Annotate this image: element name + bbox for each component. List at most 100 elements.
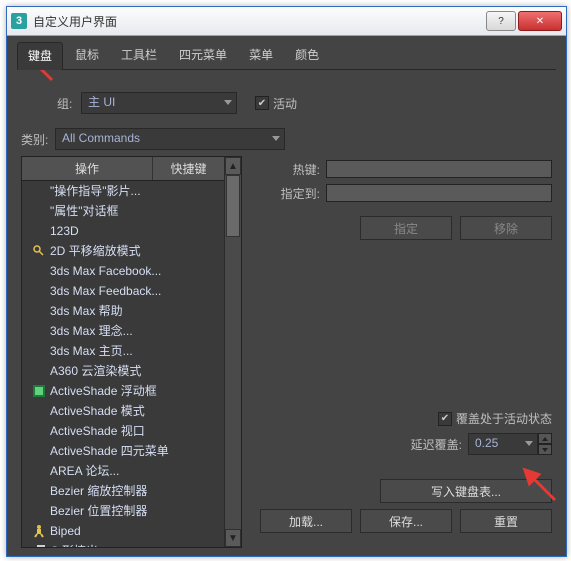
- list-item[interactable]: 2D 平移缩放模式: [22, 241, 224, 261]
- list-item-label: 3ds Max 主页...: [50, 342, 133, 360]
- list-item-label: 3ds Max Facebook...: [50, 262, 161, 280]
- list-item-label: 2D 平移缩放模式: [50, 242, 141, 260]
- close-button[interactable]: ✕: [518, 11, 562, 31]
- list-item[interactable]: Bezier 缩放控制器: [22, 481, 224, 501]
- write-keyboard-table-button[interactable]: 写入键盘表...: [380, 479, 552, 503]
- list-item[interactable]: ActiveShade 四元菜单: [22, 441, 224, 461]
- group-dropdown[interactable]: 主 UI: [81, 92, 237, 114]
- list-header: 操作 快捷键: [22, 157, 224, 181]
- group-label: 组:: [57, 95, 81, 112]
- tab-colors[interactable]: 颜色: [285, 42, 329, 70]
- blank-icon: [32, 184, 46, 198]
- list-item[interactable]: A360 云渲染模式: [22, 361, 224, 381]
- delay-label: 延迟覆盖:: [411, 436, 462, 453]
- tab-menus[interactable]: 菜单: [239, 42, 283, 70]
- list-item[interactable]: ActiveShade 浮动框: [22, 381, 224, 401]
- blank-icon: [32, 344, 46, 358]
- actions-list: 操作 快捷键 "操作指导"影片... "属性"对话框 123D 2D 平移缩放模式 3d…: [21, 156, 242, 548]
- scroll-thumb[interactable]: [226, 175, 240, 237]
- load-button[interactable]: 加载...: [260, 509, 352, 533]
- blank-icon: [32, 204, 46, 218]
- list-item[interactable]: 3ds Max 理念...: [22, 321, 224, 341]
- help-button[interactable]: ?: [486, 11, 516, 31]
- blank-icon: [32, 324, 46, 338]
- save-button[interactable]: 保存...: [360, 509, 452, 533]
- scroll-up-icon[interactable]: ▲: [225, 157, 241, 175]
- assigned-display: [326, 184, 552, 202]
- category-dropdown[interactable]: All Commands: [55, 128, 285, 150]
- active-checkbox[interactable]: ✔: [255, 96, 269, 110]
- blank-icon: [32, 304, 46, 318]
- list-item[interactable]: 3ds Max 主页...: [22, 341, 224, 361]
- list-item-label: Bezier 缩放控制器: [50, 482, 147, 500]
- scrollbar[interactable]: ▲ ▼: [224, 157, 241, 547]
- active-label: 活动: [273, 95, 297, 112]
- list-item-label: 3ds Max 理念...: [50, 322, 133, 340]
- tab-quads[interactable]: 四元菜单: [169, 42, 237, 70]
- hotkey-label: 热键:: [260, 161, 320, 178]
- pan-icon: [32, 244, 46, 258]
- category-label: 类别:: [21, 131, 55, 148]
- list-item-label: AREA 论坛...: [50, 462, 119, 480]
- blank-icon: [32, 484, 46, 498]
- list-item[interactable]: ActiveShade 模式: [22, 401, 224, 421]
- spin-up-icon[interactable]: [538, 433, 552, 444]
- override-checkbox[interactable]: ✔: [438, 412, 452, 426]
- list-item[interactable]: Bezier 位置控制器: [22, 501, 224, 521]
- extrude-icon: [32, 544, 46, 547]
- list-item[interactable]: 123D: [22, 221, 224, 241]
- tab-mouse[interactable]: 鼠标: [65, 42, 109, 70]
- spin-down-icon[interactable]: [538, 444, 552, 455]
- hotkey-input[interactable]: [326, 160, 552, 178]
- list-item-label: 123D: [50, 222, 79, 240]
- list-item-label: ActiveShade 四元菜单: [50, 442, 169, 460]
- blank-icon: [32, 364, 46, 378]
- blank-icon: [32, 444, 46, 458]
- biped-icon: [32, 524, 46, 538]
- blank-icon: [32, 404, 46, 418]
- list-item[interactable]: "操作指导"影片...: [22, 181, 224, 201]
- blank-icon: [32, 284, 46, 298]
- tab-keyboard[interactable]: 键盘: [17, 42, 63, 70]
- list-item[interactable]: ActiveShade 视口: [22, 421, 224, 441]
- list-item[interactable]: 3ds Max Feedback...: [22, 281, 224, 301]
- tab-bar: 键盘 鼠标 工具栏 四元菜单 菜单 颜色: [7, 36, 566, 70]
- blank-icon: [32, 264, 46, 278]
- list-item[interactable]: AREA 论坛...: [22, 461, 224, 481]
- as-icon: [32, 384, 46, 398]
- assigned-label: 指定到:: [260, 185, 320, 202]
- list-item-label: C 形挤出: [50, 542, 98, 547]
- list-item-label: ActiveShade 视口: [50, 422, 145, 440]
- remove-button[interactable]: 移除: [460, 216, 552, 240]
- panel: 组: 主 UI ✔ 活动 类别: All Commands 操作 快: [7, 70, 566, 548]
- list-item-label: ActiveShade 浮动框: [50, 382, 157, 400]
- window-title: 自定义用户界面: [33, 13, 486, 30]
- titlebar: 3 自定义用户界面 ? ✕: [7, 7, 566, 36]
- list-item[interactable]: C 形挤出: [22, 541, 224, 547]
- list-item[interactable]: 3ds Max 帮助: [22, 301, 224, 321]
- header-action[interactable]: 操作: [22, 157, 153, 180]
- window: 3 自定义用户界面 ? ✕ 键盘 鼠标 工具栏 四元菜单 菜单 颜色 组: 主 …: [6, 6, 567, 557]
- list-item-label: 3ds Max Feedback...: [50, 282, 161, 300]
- override-label: 覆盖处于活动状态: [456, 410, 552, 427]
- blank-icon: [32, 424, 46, 438]
- scroll-down-icon[interactable]: ▼: [225, 529, 241, 547]
- list-item-label: "属性"对话框: [50, 202, 119, 220]
- list-item-label: ActiveShade 模式: [50, 402, 145, 420]
- blank-icon: [32, 224, 46, 238]
- header-shortcut[interactable]: 快捷键: [153, 157, 224, 180]
- list-item-label: 3ds Max 帮助: [50, 302, 123, 320]
- app-icon: 3: [11, 13, 27, 29]
- list-item-label: Biped: [50, 522, 81, 540]
- reset-button[interactable]: 重置: [460, 509, 552, 533]
- tab-toolbars[interactable]: 工具栏: [111, 42, 167, 70]
- list-item[interactable]: "属性"对话框: [22, 201, 224, 221]
- list-item-label: Bezier 位置控制器: [50, 502, 147, 520]
- delay-spinner[interactable]: 0.25: [468, 433, 552, 455]
- list-item[interactable]: 3ds Max Facebook...: [22, 261, 224, 281]
- assign-button[interactable]: 指定: [360, 216, 452, 240]
- blank-icon: [32, 504, 46, 518]
- list-item-label: "操作指导"影片...: [50, 182, 141, 200]
- list-item[interactable]: Biped: [22, 521, 224, 541]
- list-item-label: A360 云渲染模式: [50, 362, 141, 380]
